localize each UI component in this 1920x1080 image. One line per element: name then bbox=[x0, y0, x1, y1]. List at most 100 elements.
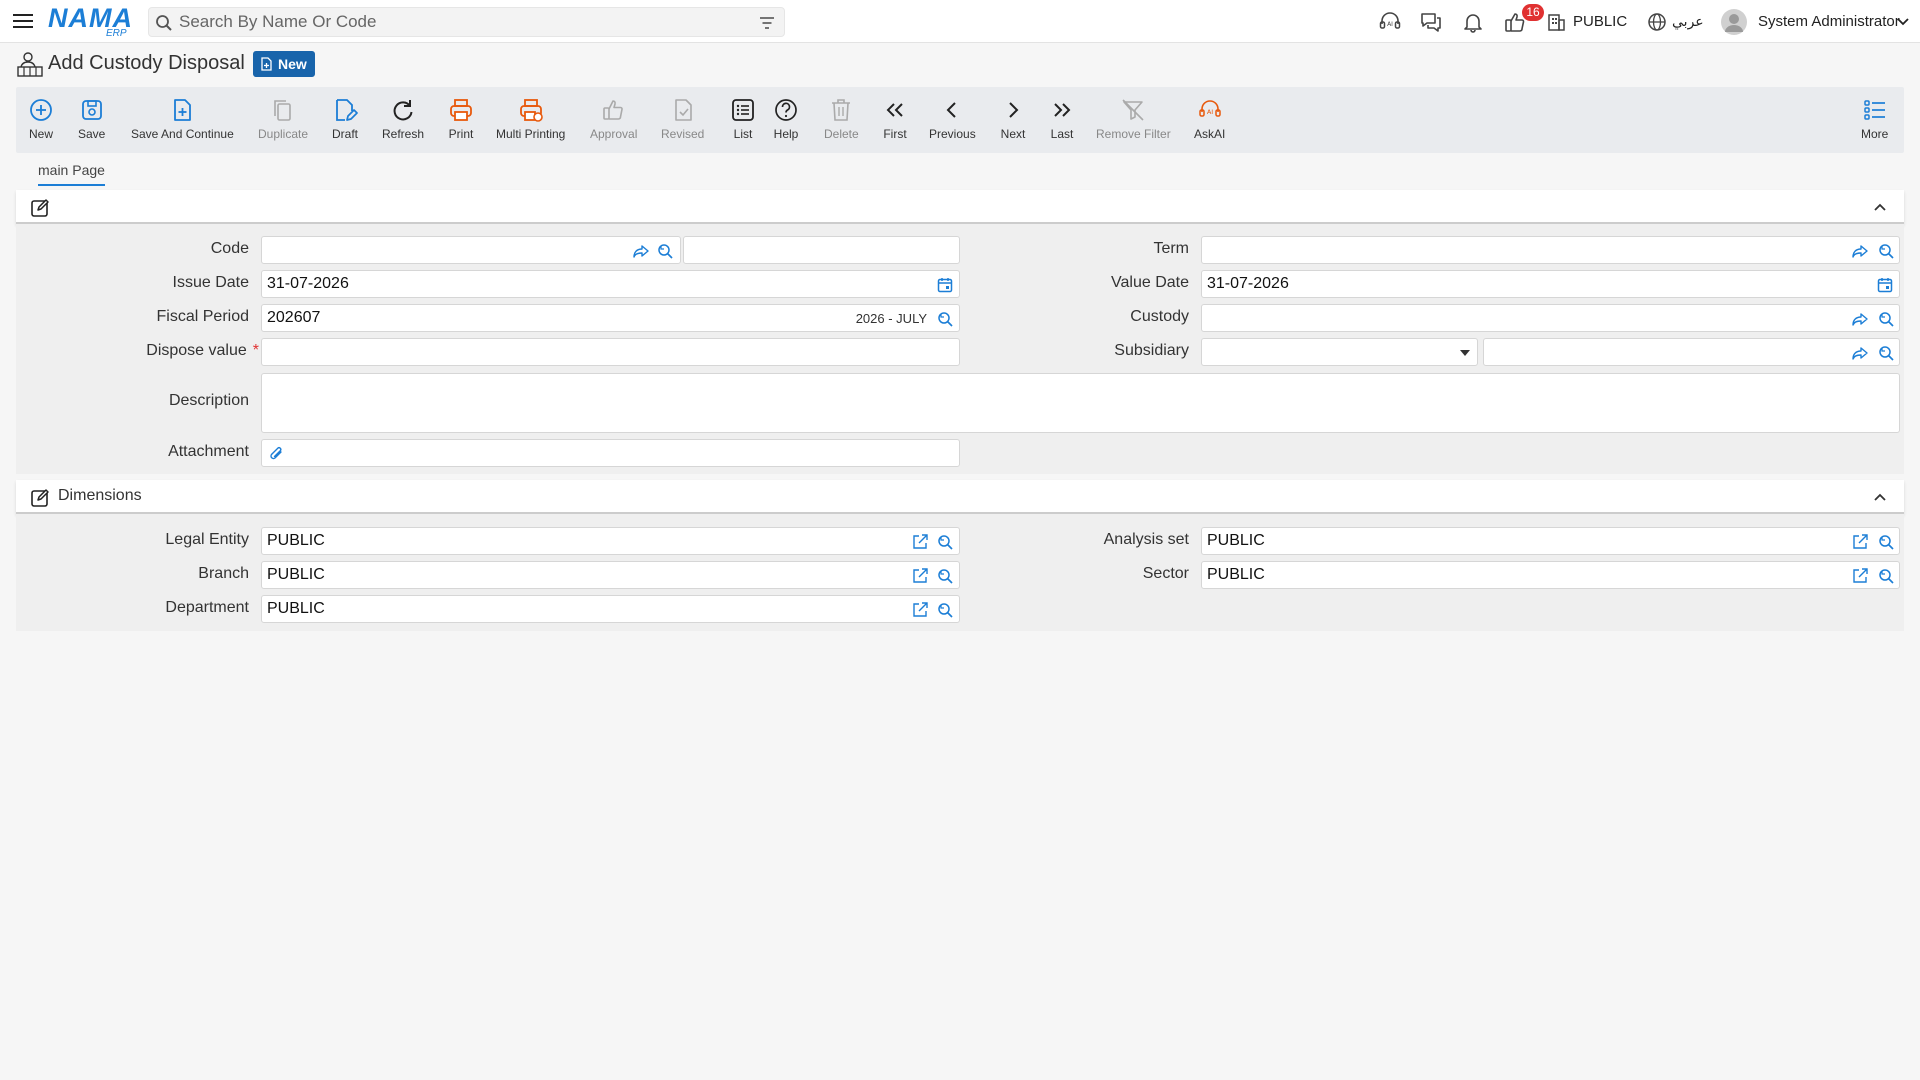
delete-button[interactable]: Delete bbox=[824, 97, 859, 141]
custody-field[interactable] bbox=[1201, 304, 1900, 332]
save-and-continue-label: Save And Continue bbox=[131, 127, 234, 141]
code-name-field[interactable] bbox=[683, 236, 960, 264]
issue-date-field[interactable]: 31-07-2026 bbox=[261, 270, 960, 298]
lookup-icon[interactable] bbox=[936, 601, 954, 619]
revised-button[interactable]: Revised bbox=[661, 97, 704, 141]
chat-icon[interactable] bbox=[1419, 10, 1443, 34]
open-external-icon[interactable] bbox=[911, 533, 929, 551]
help-label: Help bbox=[773, 127, 799, 141]
new-button[interactable]: New bbox=[28, 97, 54, 141]
remove-filter-button[interactable]: Remove Filter bbox=[1096, 97, 1171, 141]
branch-label: Branch bbox=[198, 565, 249, 582]
collapse-icon[interactable] bbox=[1872, 200, 1888, 214]
lookup-icon[interactable] bbox=[936, 567, 954, 585]
duplicate-button[interactable]: Duplicate bbox=[258, 97, 308, 141]
toolbar: New Save Save And Continue Duplicate Dra… bbox=[16, 87, 1904, 153]
tab-main-page[interactable]: main Page bbox=[38, 162, 105, 186]
lookup-icon[interactable] bbox=[1877, 344, 1895, 362]
dimensions-title: Dimensions bbox=[58, 487, 142, 504]
language-switch[interactable]: عربي bbox=[1672, 13, 1704, 30]
globe-icon[interactable] bbox=[1647, 12, 1667, 32]
list-button[interactable]: List bbox=[730, 97, 756, 141]
branch-value: PUBLIC bbox=[267, 566, 325, 583]
revised-document-icon bbox=[674, 99, 692, 121]
last-button[interactable]: Last bbox=[1049, 97, 1075, 141]
draft-button[interactable]: Draft bbox=[332, 97, 358, 141]
save-button[interactable]: Save bbox=[78, 97, 105, 141]
department-field[interactable]: PUBLIC bbox=[261, 595, 960, 623]
new-label: New bbox=[28, 127, 53, 141]
filter-icon[interactable] bbox=[758, 14, 776, 32]
chevron-right-icon bbox=[1009, 102, 1019, 118]
save-and-continue-button[interactable]: Save And Continue bbox=[131, 97, 234, 141]
sector-field[interactable]: PUBLIC bbox=[1201, 561, 1900, 589]
legal-entity-field[interactable]: PUBLIC bbox=[261, 527, 960, 555]
avatar[interactable] bbox=[1721, 9, 1747, 35]
share-icon[interactable] bbox=[632, 242, 650, 260]
open-external-icon[interactable] bbox=[1851, 567, 1869, 585]
attachment-field[interactable] bbox=[261, 439, 960, 467]
organization-label[interactable]: PUBLIC bbox=[1573, 13, 1627, 30]
app-logo[interactable]: NAMA ERP bbox=[48, 4, 132, 39]
first-button[interactable]: First bbox=[882, 97, 908, 141]
save-icon bbox=[81, 100, 102, 120]
custody-label: Custody bbox=[1130, 308, 1189, 325]
subsidiary-type-select[interactable] bbox=[1201, 338, 1478, 366]
subsidiary-field[interactable] bbox=[1483, 338, 1900, 366]
user-name[interactable]: System Administrator bbox=[1758, 13, 1900, 30]
share-icon[interactable] bbox=[1851, 242, 1869, 260]
open-external-icon[interactable] bbox=[1851, 533, 1869, 551]
sector-label: Sector bbox=[1142, 565, 1189, 582]
calendar-icon[interactable] bbox=[1876, 276, 1894, 294]
lookup-icon[interactable] bbox=[1877, 567, 1895, 585]
lookup-icon[interactable] bbox=[1877, 310, 1895, 328]
fiscal-period-field[interactable]: 202607 2026 - JULY bbox=[261, 304, 960, 332]
help-button[interactable]: Help bbox=[773, 97, 799, 141]
share-icon[interactable] bbox=[1851, 310, 1869, 328]
term-field[interactable] bbox=[1201, 236, 1900, 264]
lookup-icon[interactable] bbox=[1877, 242, 1895, 260]
description-textarea[interactable] bbox=[261, 373, 1900, 433]
bell-icon[interactable] bbox=[1461, 10, 1485, 34]
paperclip-icon[interactable] bbox=[268, 445, 286, 463]
svg-text:AI: AI bbox=[1206, 108, 1212, 116]
refresh-button[interactable]: Refresh bbox=[382, 97, 424, 141]
next-button[interactable]: Next bbox=[1000, 97, 1026, 141]
value-date-field[interactable]: 31-07-2026 bbox=[1201, 270, 1900, 298]
svg-text:AI: AI bbox=[1387, 21, 1393, 28]
open-external-icon[interactable] bbox=[911, 567, 929, 585]
branch-field[interactable]: PUBLIC bbox=[261, 561, 960, 589]
ai-support-icon[interactable]: AI bbox=[1378, 10, 1402, 34]
status-badge: New bbox=[253, 51, 315, 77]
approval-button[interactable]: Approval bbox=[590, 97, 637, 141]
dispose-value-field[interactable] bbox=[261, 338, 960, 366]
delete-label: Delete bbox=[824, 127, 859, 141]
open-external-icon[interactable] bbox=[911, 601, 929, 619]
print-button[interactable]: Print bbox=[448, 97, 474, 141]
askai-button[interactable]: AI AskAI bbox=[1194, 97, 1225, 141]
more-button[interactable]: More bbox=[1861, 97, 1888, 141]
chevron-down-icon[interactable] bbox=[1896, 15, 1910, 29]
previous-button[interactable]: Previous bbox=[929, 97, 976, 141]
share-icon[interactable] bbox=[1851, 344, 1869, 362]
duplicate-label: Duplicate bbox=[258, 127, 309, 141]
refresh-label: Refresh bbox=[382, 127, 425, 141]
copy-icon bbox=[274, 100, 291, 121]
legal-entity-value: PUBLIC bbox=[267, 532, 325, 549]
menu-icon[interactable] bbox=[12, 11, 34, 31]
multi-printer-icon bbox=[519, 99, 543, 122]
lookup-icon[interactable] bbox=[936, 310, 954, 328]
collapse-icon[interactable] bbox=[1872, 490, 1888, 504]
lookup-icon[interactable] bbox=[1877, 533, 1895, 551]
search-input[interactable] bbox=[179, 11, 739, 33]
multi-printing-button[interactable]: Multi Printing bbox=[496, 97, 565, 141]
thumbs-up-icon bbox=[602, 100, 623, 120]
more-label: More bbox=[1861, 127, 1889, 141]
lookup-icon[interactable] bbox=[936, 533, 954, 551]
calendar-icon[interactable] bbox=[936, 276, 954, 294]
code-field[interactable] bbox=[261, 236, 681, 264]
analysis-set-field[interactable]: PUBLIC bbox=[1201, 527, 1900, 555]
lookup-icon[interactable] bbox=[656, 242, 674, 260]
dimensions-section-header: Dimensions bbox=[16, 480, 1904, 514]
askai-label: AskAI bbox=[1194, 127, 1226, 141]
